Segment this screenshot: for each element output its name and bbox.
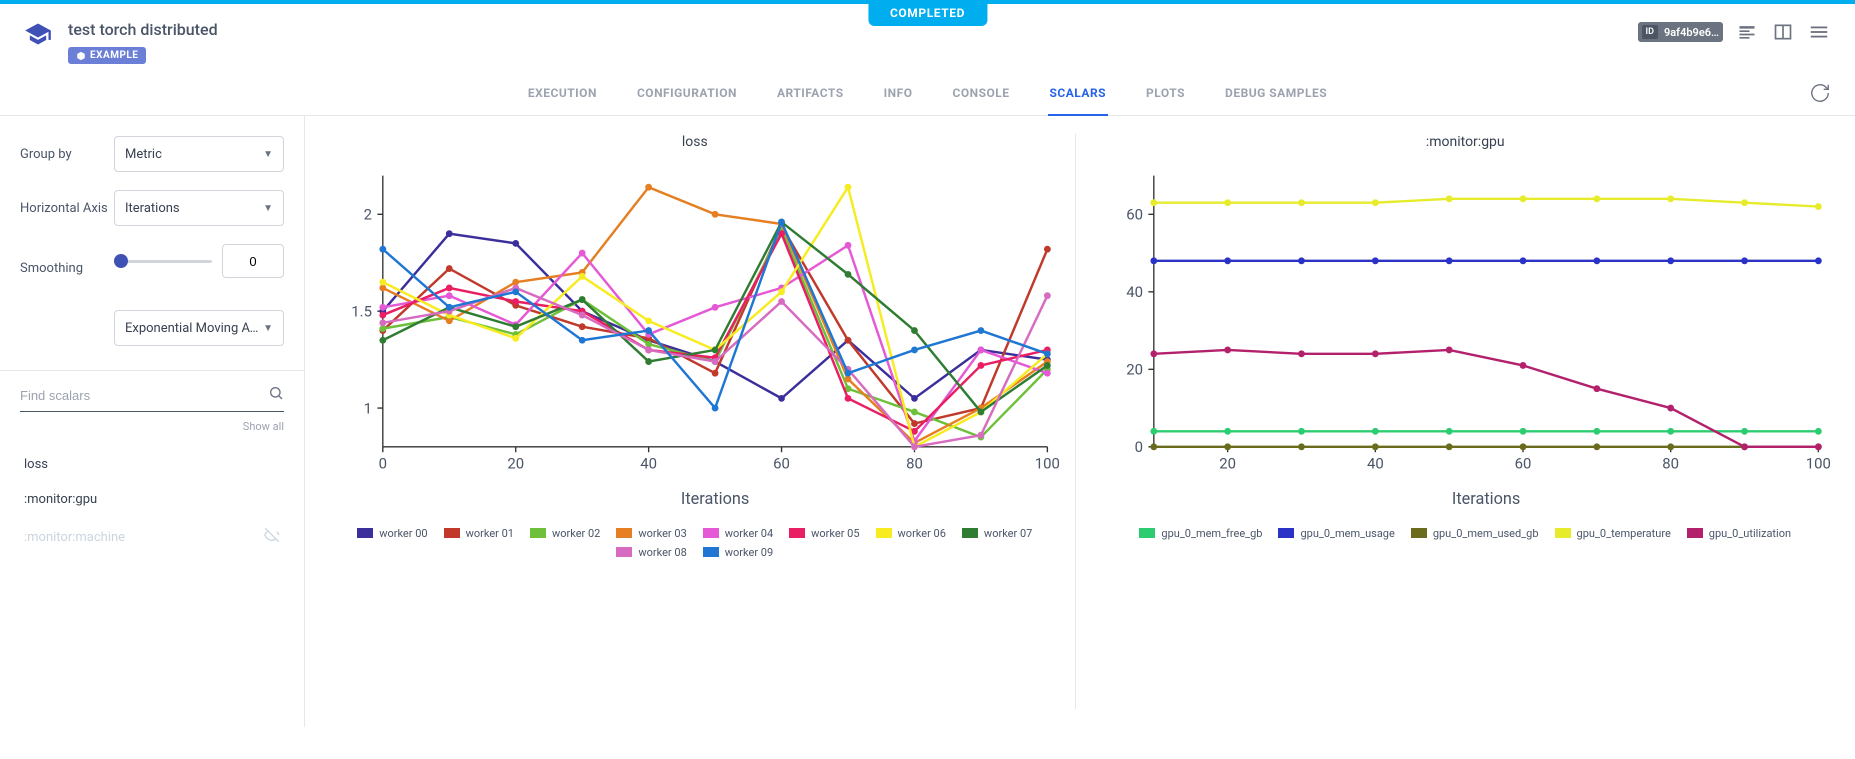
svg-text:1: 1 [364, 399, 372, 417]
tab-info[interactable]: INFO [882, 72, 915, 115]
svg-text:0: 0 [379, 455, 387, 473]
svg-text:60: 60 [1126, 206, 1143, 224]
legend-item[interactable]: gpu_0_mem_free_gb [1139, 527, 1262, 540]
svg-text:100: 100 [1035, 455, 1060, 473]
metric-item[interactable]: :monitor:machine [20, 517, 284, 557]
svg-text:40: 40 [1126, 283, 1143, 301]
svg-text:100: 100 [1805, 455, 1830, 473]
svg-text:20: 20 [1219, 455, 1236, 473]
svg-text:40: 40 [640, 455, 657, 473]
chart-panel: :monitor:gpu 0 20 40 60 20 40 60 80 100 Iterations… [1086, 134, 1846, 709]
legend-item[interactable]: worker 00 [357, 527, 427, 540]
layout-icon[interactable] [1771, 20, 1795, 44]
show-all-link[interactable]: Show all [20, 420, 284, 433]
legend-item[interactable]: worker 06 [876, 527, 946, 540]
tab-execution[interactable]: EXECUTION [526, 72, 599, 115]
details-icon[interactable] [1735, 20, 1759, 44]
svg-text:80: 80 [906, 455, 923, 473]
legend-item[interactable]: gpu_0_mem_usage [1278, 527, 1394, 540]
refresh-icon[interactable] [1809, 82, 1831, 108]
legend-item[interactable]: gpu_0_temperature [1555, 527, 1671, 540]
smoothing-value[interactable] [222, 244, 284, 278]
legend-item[interactable]: gpu_0_mem_used_gb [1411, 527, 1539, 540]
svg-text:Iterations: Iterations [1451, 489, 1519, 508]
svg-text:1.5: 1.5 [351, 303, 372, 321]
svg-text:60: 60 [773, 455, 790, 473]
legend-item[interactable]: worker 03 [616, 527, 686, 540]
chart-plot: 11.52020406080100Iterations [315, 162, 1075, 515]
menu-icon[interactable] [1807, 20, 1831, 44]
eye-off-icon[interactable] [264, 527, 280, 547]
tab-debug-samples[interactable]: DEBUG SAMPLES [1223, 72, 1329, 115]
metric-item[interactable]: :monitor:gpu [20, 482, 284, 517]
chart-legend: gpu_0_mem_free_gb gpu_0_mem_usage gpu_0_me… [1109, 519, 1821, 540]
chevron-down-icon: ▼ [263, 149, 273, 160]
chart-legend: worker 00 worker 01 worker 02 worker 03 work… [315, 519, 1075, 559]
chart-title: loss [682, 134, 708, 150]
chart-title: :monitor:gpu [1426, 134, 1505, 150]
tab-configuration[interactable]: CONFIGURATION [635, 72, 739, 115]
status-badge: COMPLETED [868, 0, 987, 26]
smoothing-slider[interactable] [114, 260, 212, 263]
tabs: EXECUTION CONFIGURATION ARTIFACTS INFO CONSO… [0, 72, 1855, 116]
chevron-down-icon: ▼ [263, 203, 273, 214]
svg-text:20: 20 [507, 455, 524, 473]
svg-text:2: 2 [364, 206, 372, 224]
chevron-down-icon: ▼ [263, 323, 273, 334]
horizontal-axis-label: Horizontal Axis [20, 201, 110, 216]
tab-plots[interactable]: PLOTS [1144, 72, 1187, 115]
search-input[interactable] [20, 388, 268, 403]
smoothing-type-select[interactable]: Exponential Moving Ave…▼ [114, 310, 284, 346]
chart-panel: loss11.52020406080100Iterationsworker 00… [315, 134, 1076, 709]
svg-text:Iterations: Iterations [681, 489, 749, 508]
svg-text:60: 60 [1514, 455, 1531, 473]
graduation-cap-icon [24, 20, 52, 52]
tab-artifacts[interactable]: ARTIFACTS [775, 72, 846, 115]
svg-text:80: 80 [1662, 455, 1679, 473]
svg-text:20: 20 [1126, 361, 1143, 379]
legend-item[interactable]: gpu_0_utilization [1687, 527, 1791, 540]
legend-item[interactable]: worker 04 [703, 527, 773, 540]
legend-item[interactable]: worker 01 [444, 527, 514, 540]
search-icon[interactable] [268, 385, 284, 405]
legend-item[interactable]: worker 02 [530, 527, 600, 540]
legend-item[interactable]: worker 08 [616, 546, 686, 559]
page-title: test torch distributed [68, 20, 218, 39]
svg-text:40: 40 [1366, 455, 1383, 473]
sidebar: Group by Metric▼ Horizontal Axis Iterati… [0, 116, 305, 727]
group-by-select[interactable]: Metric▼ [114, 136, 284, 172]
smoothing-label: Smoothing [20, 261, 110, 276]
horizontal-axis-select[interactable]: Iterations▼ [114, 190, 284, 226]
legend-item[interactable]: worker 07 [962, 527, 1032, 540]
tab-console[interactable]: CONSOLE [951, 72, 1012, 115]
id-badge[interactable]: ID 9af4b9e6… [1638, 22, 1723, 42]
chart-plot: 0 20 40 60 20 40 60 80 100 Iterations [1086, 162, 1846, 515]
tab-scalars[interactable]: SCALARS [1048, 72, 1109, 116]
group-by-label: Group by [20, 147, 110, 162]
legend-item[interactable]: worker 09 [703, 546, 773, 559]
legend-item[interactable]: worker 05 [789, 527, 859, 540]
metric-item[interactable]: loss [20, 447, 284, 482]
svg-text:0: 0 [1134, 438, 1142, 456]
example-badge: EXAMPLE [68, 47, 146, 64]
